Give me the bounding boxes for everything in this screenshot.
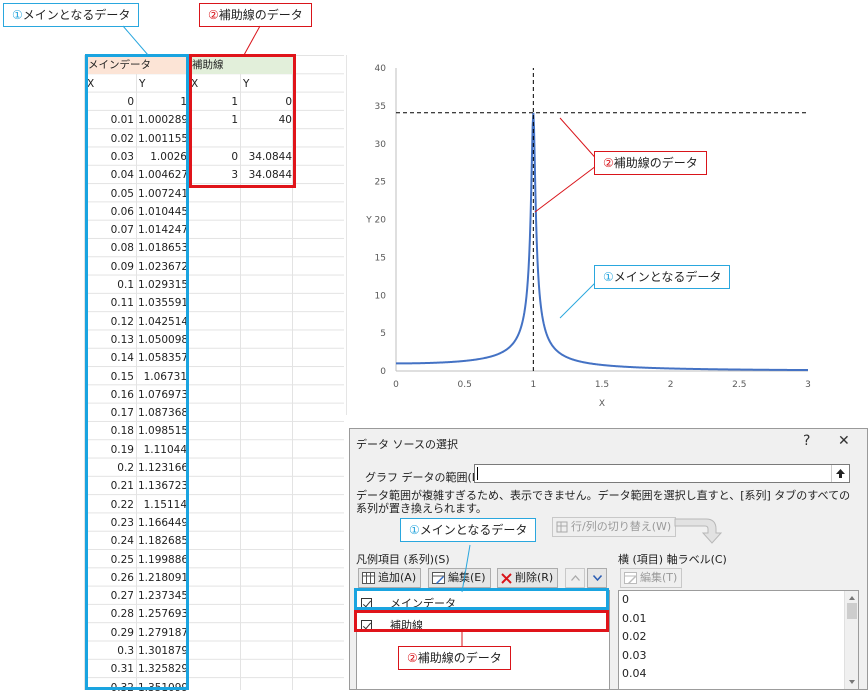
callout-text: 補助線のデータ [417,651,502,665]
callout-number: ② [407,651,418,665]
callout-text: メインとなるデータ [419,523,528,537]
callout-main-data-dialog: ①メインとなるデータ [400,518,537,542]
callout-number: ① [409,523,420,537]
callout-aux-data-dialog: ②補助線のデータ [398,646,511,670]
dialog-leader-lines [461,544,471,648]
